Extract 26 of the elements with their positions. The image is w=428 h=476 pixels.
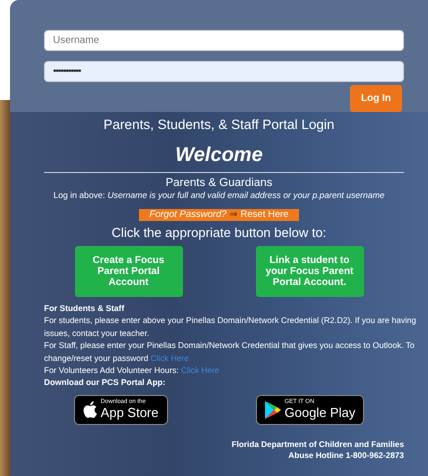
password-field[interactable]: ••••••••••• — [44, 61, 404, 82]
reset-link[interactable]: Reset Here — [240, 209, 289, 220]
login-button[interactable]: Log In — [350, 85, 402, 112]
badge-title: Google Play — [284, 406, 356, 420]
app-download-label: Download our PCS Portal App: — [44, 376, 166, 389]
click-here-link[interactable]: Click Here — [181, 365, 220, 376]
account-button[interactable]: Create a Focus Parent Portal Account — [74, 246, 182, 297]
badge-title: App Store — [100, 406, 158, 420]
info-paragraph: For students, please enter above your Pinellas Domain/Network Credential (R2.D2). If you are having issues, contact your teacher. — [44, 314, 418, 340]
section-heading: For Students & Staff — [44, 302, 126, 314]
login-instructions: Log in above: Username is your full and valid email address or your p.parent username — [52, 190, 386, 201]
play-triangle-icon — [264, 400, 280, 419]
arrow-glyph: ⇒ — [228, 209, 238, 220]
info-paragraph: For Staff, please enter your Pinellas Domain/Network Credential that gives you access to Outlook. To change/reset your password Click Here — [44, 339, 416, 364]
portal-title: Parents, Students, & Staff Portal Login — [102, 116, 336, 134]
account-button[interactable]: Link a student to your Focus Parent Portal Account. — [256, 246, 364, 297]
apple-icon — [82, 401, 97, 418]
username-field[interactable]: Username — [44, 30, 404, 51]
footer-text: Abuse Hotline 1-800-962-2873 — [287, 450, 404, 461]
footer-text: Florida Department of Children and Families — [230, 438, 404, 450]
section-heading: Parents & Guardians — [164, 177, 274, 190]
forgot-password-link[interactable]: Forgot Password? — [149, 209, 227, 220]
instruction-text: Click the appropriate button below to: — [110, 225, 328, 241]
click-here-link[interactable]: Click Here — [150, 352, 189, 363]
welcome-heading: Welcome — [174, 143, 264, 167]
info-paragraph: For Volunteers Add Volunteer Hours: Click Here — [44, 364, 220, 376]
